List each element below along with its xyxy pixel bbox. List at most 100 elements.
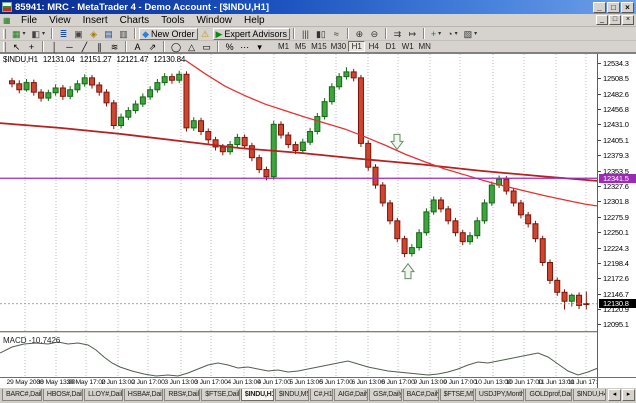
triangle-tool[interactable]: △: [184, 41, 199, 53]
new-chart-button[interactable]: ▦ ▾: [9, 28, 29, 40]
fibonacci-tool[interactable]: ≋: [107, 41, 122, 53]
zoom-in-button[interactable]: ⊕: [352, 28, 367, 40]
templates-button[interactable]: ▧ ▾: [461, 28, 481, 40]
zoom-out-button[interactable]: ⊖: [367, 28, 382, 40]
menu-window[interactable]: Window: [190, 14, 238, 27]
terminal-button[interactable]: ▤: [101, 28, 116, 40]
menu-tools[interactable]: Tools: [155, 14, 190, 27]
timeframe-m5-button[interactable]: M5: [292, 41, 309, 52]
chart-tab[interactable]: HSBA#,Daily: [123, 389, 164, 401]
chart-tab[interactable]: RBS#,Daily: [164, 389, 201, 401]
candle: [16, 83, 23, 91]
bar-chart-button[interactable]: |||: [298, 28, 313, 40]
zoom-out-icon: ⊖: [370, 28, 379, 39]
timeframe-d1-button[interactable]: D1: [382, 41, 399, 52]
price-tick-label: 12146.7: [603, 289, 629, 299]
price-tick-label: 12431.0: [603, 120, 629, 130]
timeframe-mn-button[interactable]: MN: [416, 41, 433, 52]
price-tick: 12198.4: [598, 259, 636, 268]
timeframe-m15-button[interactable]: M15: [309, 41, 329, 52]
window-title: 85941: MRC - MetaTrader 4 - Demo Account…: [15, 1, 270, 13]
market-watch-button[interactable]: ≣: [56, 28, 71, 40]
toolbar-gripper[interactable]: [3, 41, 6, 52]
channel-tool[interactable]: ∥: [92, 41, 107, 53]
candlestick-chart-button[interactable]: ▮▯: [313, 28, 329, 40]
menu-help[interactable]: Help: [238, 14, 271, 27]
price-tick: 12379.3: [598, 151, 636, 160]
toolbar-separator: [384, 28, 387, 39]
timeframe-m30-button[interactable]: M30: [329, 41, 349, 52]
child-close-button[interactable]: ×: [622, 15, 634, 25]
child-restore-button[interactable]: □: [609, 15, 621, 25]
rectangle-tool[interactable]: ▭: [199, 41, 214, 53]
chart-tab[interactable]: BARC#,Daily: [2, 389, 42, 401]
price-chart-canvas[interactable]: [0, 54, 597, 377]
tab-scroll-left-button[interactable]: ◂: [608, 389, 621, 401]
chart-tab[interactable]: $INDU,M5: [274, 389, 309, 401]
strategy-tester-button[interactable]: ▥: [116, 28, 131, 40]
trendline-icon: ╱: [81, 41, 88, 52]
chart-tab[interactable]: GOLDprof,Daily: [525, 389, 572, 401]
ellipse-tool[interactable]: ◯: [168, 41, 184, 53]
candle: [227, 144, 234, 153]
auto-scroll-button[interactable]: ⇉: [390, 28, 405, 40]
candle: [357, 77, 364, 144]
data-window-button[interactable]: ▣: [71, 28, 86, 40]
tab-scroll-right-button[interactable]: ▸: [622, 389, 635, 401]
timeframe-w1-button[interactable]: W1: [399, 41, 416, 52]
candle: [314, 116, 321, 132]
crosshair-tool[interactable]: +: [24, 41, 39, 53]
chart-tab[interactable]: GS#,Daily: [369, 389, 402, 401]
price-axis[interactable]: 12534.3 12508.5 12482.6 12456.8 12431.0 12405…: [597, 54, 636, 377]
chart-tab[interactable]: C#,H1: [309, 389, 334, 401]
indicators-button[interactable]: + ▾: [428, 28, 444, 40]
trendline-tool[interactable]: ╱: [77, 41, 92, 53]
expert-advisors-button[interactable]: ▶ Expert Advisors: [212, 27, 290, 40]
chart-tab[interactable]: USDJPY,Monthly: [474, 389, 525, 401]
candle: [147, 89, 154, 98]
fibo-fan-tool[interactable]: %: [222, 41, 237, 53]
chart-tab[interactable]: LLOY#,Daily: [84, 389, 123, 401]
more-tools-button[interactable]: ▾: [252, 41, 267, 53]
minimize-button[interactable]: _: [593, 1, 606, 13]
chart-tab[interactable]: AIG#,Daily: [334, 389, 369, 401]
time-axis[interactable]: 29 May 2008 30 May 13:00 30 May 17:00 2 Jun…: [0, 377, 604, 388]
cursor-tool[interactable]: ↖: [9, 41, 24, 53]
chart-tab[interactable]: $FTSE,Daily: [201, 389, 240, 401]
chart-tab[interactable]: BAC#,Daily: [402, 389, 439, 401]
horizontal-line-tool[interactable]: ─: [62, 41, 77, 53]
metaeditor-button[interactable]: ⚠: [198, 28, 213, 40]
time-tick-label: 5 Jun 13:00: [289, 379, 323, 386]
timeframe-m1-button[interactable]: M1: [275, 41, 292, 52]
navigator-button[interactable]: ◈: [86, 28, 101, 40]
timeframe-h1-button[interactable]: H1: [348, 41, 366, 52]
tick-mark: [598, 109, 601, 111]
menu-view[interactable]: View: [43, 14, 77, 27]
chart-tab[interactable]: HBOS#,Daily: [42, 389, 84, 401]
periods-button[interactable]: ◔ ▾: [444, 28, 460, 40]
menu-file[interactable]: File: [15, 14, 43, 27]
new-order-button[interactable]: ◆ New Order: [139, 27, 198, 40]
chart-tab[interactable]: $INDU,H1: [240, 389, 274, 401]
timeframe-h4-button[interactable]: H4: [365, 41, 382, 52]
toolbar-gripper[interactable]: [3, 28, 6, 39]
chart-tab[interactable]: $INDU,H4: [572, 389, 606, 401]
close-button[interactable]: ×: [621, 1, 634, 13]
profiles-button[interactable]: ◧ ▾: [29, 28, 49, 40]
restore-button[interactable]: □: [607, 1, 620, 13]
cycle-lines-tool[interactable]: ⋯: [237, 41, 252, 53]
toolbar-separator: [422, 28, 425, 39]
price-tick: 12301.8: [598, 197, 636, 206]
toolbar-separator: [217, 41, 220, 52]
arrows-tool[interactable]: ⇗: [145, 41, 160, 53]
menu-charts[interactable]: Charts: [114, 14, 155, 27]
chart-tab[interactable]: $FTSE,M5: [439, 389, 474, 401]
child-minimize-button[interactable]: _: [596, 15, 608, 25]
menu-insert[interactable]: Insert: [77, 14, 114, 27]
line-chart-button[interactable]: ≈: [329, 28, 344, 40]
price-tick-label: 12275.9: [603, 212, 629, 222]
vertical-line-tool[interactable]: │: [47, 41, 62, 53]
text-tool[interactable]: A: [130, 41, 145, 53]
candle: [459, 232, 466, 243]
chart-shift-button[interactable]: ↦: [405, 28, 420, 40]
